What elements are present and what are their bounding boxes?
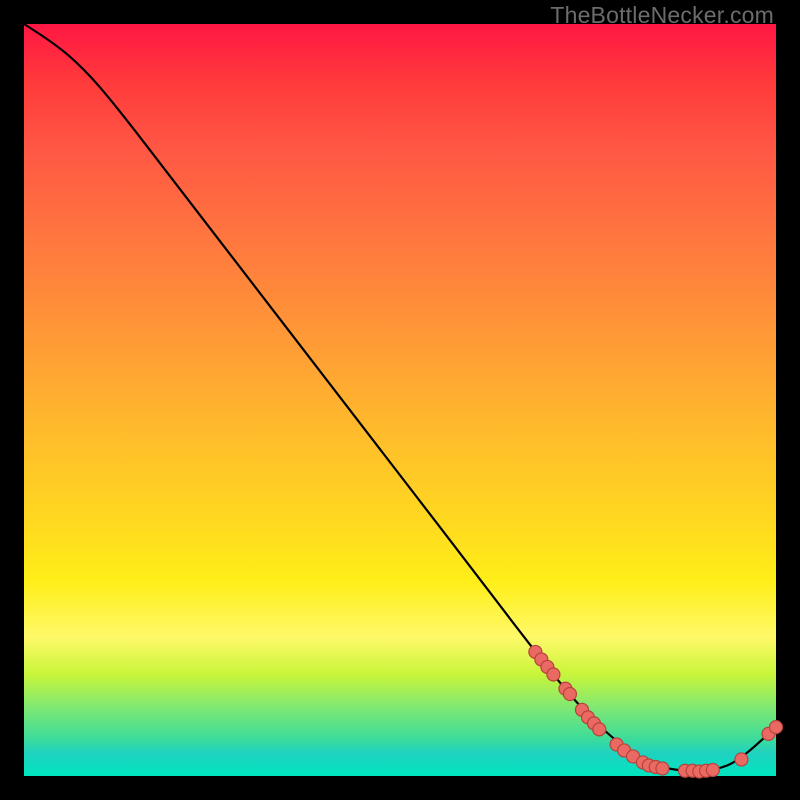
- chart-point: [735, 753, 748, 766]
- chart-point: [593, 723, 606, 736]
- chart-point: [770, 721, 783, 734]
- chart-overlay: [24, 24, 776, 776]
- chart-point: [706, 763, 719, 776]
- chart-point: [656, 762, 669, 775]
- chart-points-group: [529, 645, 783, 778]
- chart-point: [547, 668, 560, 681]
- chart-curve: [24, 24, 776, 771]
- chart-point: [563, 688, 576, 701]
- chart-frame: TheBottleNecker.com: [0, 0, 800, 800]
